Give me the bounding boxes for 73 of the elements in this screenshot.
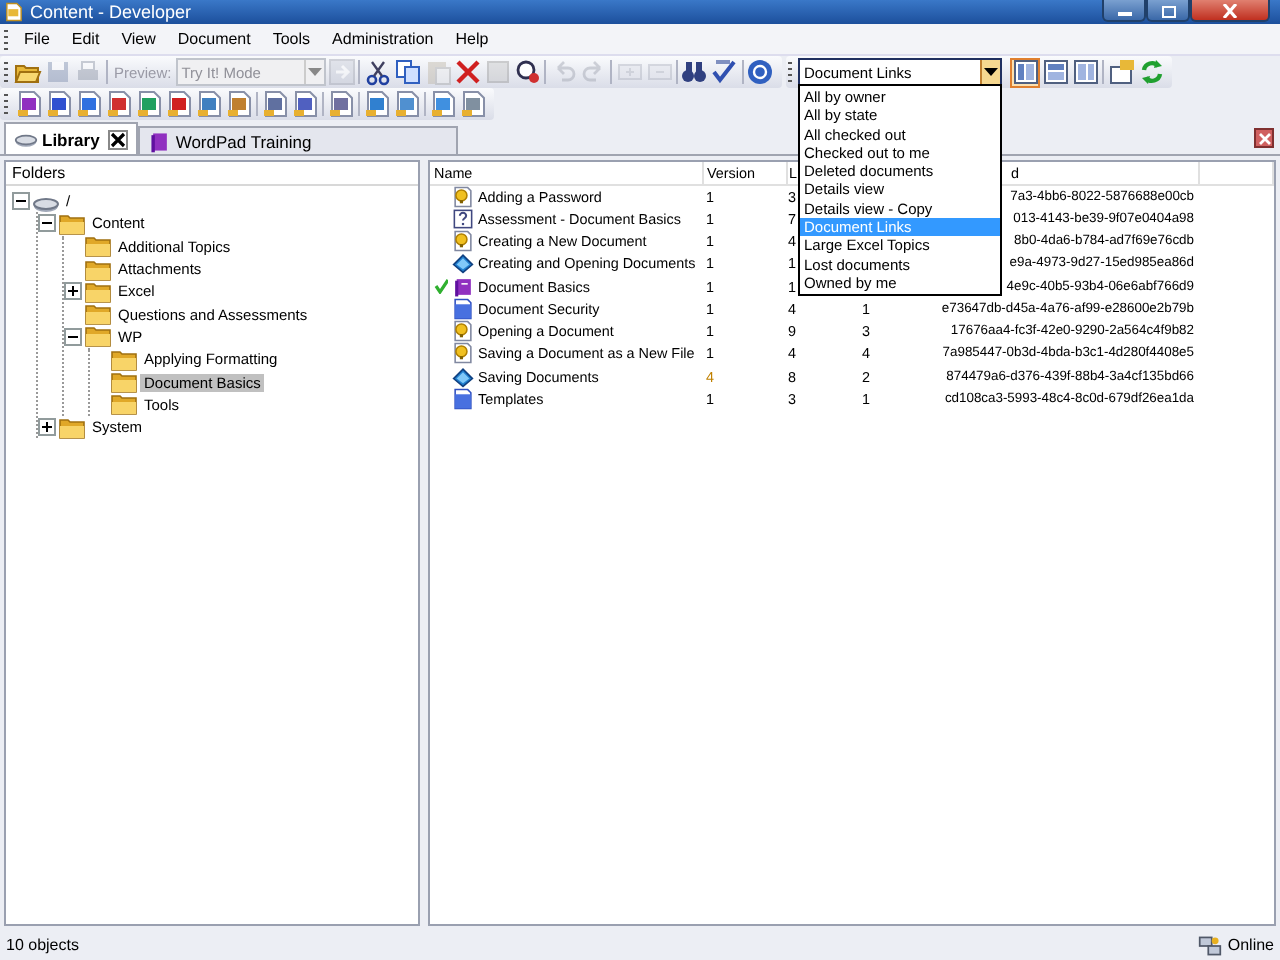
topic-icon [452,185,474,207]
menu-item[interactable]: Edit [61,26,112,52]
folder-icon [84,322,112,351]
folder-icon [110,345,138,374]
expander[interactable] [12,192,30,211]
network-icon [1197,933,1222,957]
object-count: 10 objects [6,936,79,954]
folder-icon [110,390,138,419]
minimize-button[interactable] [1102,0,1146,22]
expander[interactable] [38,214,56,233]
menu-item[interactable]: Help [445,26,501,52]
topic-icon [452,229,474,252]
document-button[interactable] [134,89,164,119]
question-icon [452,207,474,230]
menu-item[interactable]: View [111,26,168,52]
layout-button[interactable] [1040,57,1070,87]
document-button[interactable] [260,89,290,119]
document-button[interactable] [362,89,392,119]
folder-icon [58,413,86,442]
document-button[interactable] [224,89,254,119]
topic-icon [452,342,474,365]
close-tab-button[interactable] [107,129,128,149]
menu-item[interactable]: File [14,26,62,52]
document-button[interactable] [104,89,134,119]
expander[interactable] [38,418,56,437]
caret-icon [984,68,998,76]
page-icon [452,297,474,320]
scissors-button[interactable] [362,57,393,87]
expander[interactable] [64,327,82,346]
menu-item[interactable]: Tools [262,26,323,52]
document-button[interactable] [458,89,488,119]
delete-button[interactable] [452,57,483,87]
spellcheck-button[interactable] [709,57,740,87]
refresh-button[interactable] [1136,57,1166,87]
caret-icon [308,68,323,76]
copy-button[interactable] [392,57,423,87]
folder-icon [84,277,112,306]
document-button[interactable] [14,89,44,119]
menu-item[interactable]: Administration [322,26,446,52]
document-button[interactable] [290,89,320,119]
restore-button[interactable] [1146,0,1190,22]
folder-icon [110,368,138,397]
close-panel-button[interactable] [1254,128,1274,148]
column-header: Folders [6,162,418,186]
folder-icon [84,232,112,261]
document-button[interactable] [428,89,458,119]
folder-icon [58,209,86,238]
tab[interactable]: Library [4,122,138,154]
document-button[interactable] [194,89,224,119]
layout-button[interactable] [1070,57,1100,87]
menu-item[interactable]: Document [167,26,263,52]
tab[interactable]: WordPad Training [137,126,458,154]
window-title: Content - Developer [30,2,192,22]
document-button[interactable] [164,89,194,119]
expander[interactable] [64,282,82,301]
document-button[interactable] [326,89,356,119]
document-button[interactable] [44,89,74,119]
connection-status: Online [1227,936,1274,954]
close-button[interactable] [1190,0,1270,22]
tab-label: Library [42,129,100,149]
topic-icon [452,320,474,343]
search-button[interactable] [512,57,543,87]
tab-label: WordPad Training [175,131,312,151]
window-button[interactable] [1106,57,1136,87]
restore-icon [1159,3,1177,17]
binoculars-button[interactable] [679,57,710,87]
layout-button[interactable] [1010,57,1040,87]
close-icon [1222,3,1238,17]
folder-icon [84,255,112,284]
help-button[interactable] [745,57,776,87]
page-icon [452,388,474,411]
document-button[interactable] [74,89,104,119]
folder-icon [84,300,112,329]
